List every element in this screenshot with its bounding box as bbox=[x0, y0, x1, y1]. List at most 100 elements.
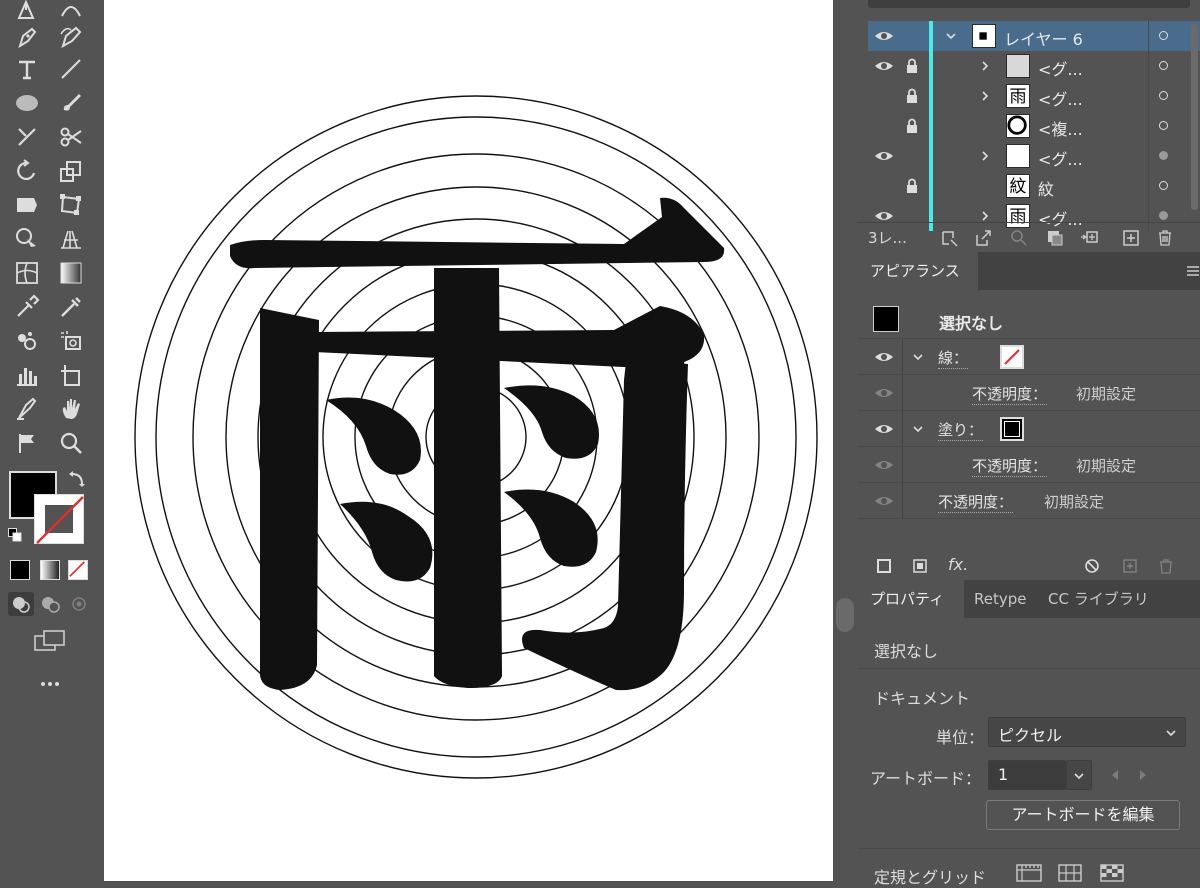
tab-appearance[interactable]: アピアランス bbox=[858, 252, 978, 290]
appearance-fill-row[interactable]: 塗り： bbox=[858, 410, 1200, 447]
locate-object-icon[interactable] bbox=[940, 229, 958, 247]
layer-name[interactable]: 紋 bbox=[1038, 176, 1054, 200]
edit-artboards-button[interactable]: アートボードを編集 bbox=[986, 800, 1180, 830]
layer-sublayer-row[interactable]: 紋紋 bbox=[868, 171, 1200, 201]
rotate-tool[interactable] bbox=[10, 154, 44, 188]
trash-icon[interactable] bbox=[1156, 229, 1174, 247]
lock-icon[interactable] bbox=[904, 178, 920, 194]
layer-target-circle[interactable] bbox=[1159, 151, 1168, 160]
panel-menu-icon[interactable] bbox=[1186, 264, 1200, 278]
lock-icon[interactable] bbox=[904, 58, 920, 74]
unit-dropdown[interactable]: ピクセル bbox=[988, 717, 1186, 747]
zoom-tool[interactable] bbox=[54, 426, 88, 460]
color-mode-button[interactable] bbox=[10, 560, 30, 580]
tab-retype[interactable]: Retype bbox=[962, 580, 1039, 618]
layer-target-circle[interactable] bbox=[1159, 181, 1168, 190]
stroke-opacity-label[interactable]: 不透明度： bbox=[972, 383, 1048, 405]
ellipse-tool[interactable] bbox=[10, 86, 44, 120]
fill-color-swatch[interactable] bbox=[1000, 417, 1024, 441]
column-graph-tool[interactable] bbox=[10, 358, 44, 392]
layer-target-circle[interactable] bbox=[1159, 61, 1168, 70]
scale-tool[interactable] bbox=[54, 154, 88, 188]
ruler-icon[interactable] bbox=[1016, 864, 1042, 882]
scissors-tool[interactable] bbox=[54, 120, 88, 154]
visibility-eye-icon[interactable] bbox=[874, 28, 894, 44]
type-tool[interactable] bbox=[10, 52, 44, 86]
layer-row-top[interactable]: レイヤー 6 bbox=[868, 21, 1200, 51]
layers-scrollbar[interactable] bbox=[1191, 24, 1198, 210]
chevron-down-icon[interactable] bbox=[944, 29, 958, 43]
layer-target-circle[interactable] bbox=[1159, 31, 1168, 40]
layer-sublayer-row[interactable]: 雨 <グ... bbox=[868, 81, 1200, 111]
curvature-tool[interactable] bbox=[54, 20, 88, 54]
visibility-eye-icon[interactable] bbox=[874, 88, 894, 104]
draw-inside-button[interactable] bbox=[66, 592, 92, 616]
paintbrush-tool[interactable] bbox=[54, 86, 88, 120]
lock-icon[interactable] bbox=[904, 118, 920, 134]
appearance-stroke-opacity-row[interactable]: 不透明度： 初期設定 bbox=[858, 374, 1200, 411]
layer-name[interactable]: レイヤー 6 bbox=[1004, 26, 1083, 50]
visibility-eye-icon[interactable] bbox=[874, 349, 894, 365]
appearance-fill-opacity-row[interactable]: 不透明度： 初期設定 bbox=[858, 446, 1200, 483]
new-layer-icon[interactable] bbox=[1122, 229, 1140, 247]
duplicate-item-icon[interactable] bbox=[1122, 558, 1138, 574]
tab-properties[interactable]: プロパティ bbox=[858, 580, 964, 618]
measure-tool[interactable] bbox=[54, 290, 88, 324]
add-effect-button[interactable]: fx. bbox=[948, 555, 968, 574]
appearance-stroke-row[interactable]: 線： bbox=[858, 338, 1200, 375]
artboard-dropdown-button[interactable] bbox=[1066, 760, 1092, 790]
appearance-selection-swatch[interactable] bbox=[873, 306, 899, 332]
hand-tool[interactable] bbox=[54, 392, 88, 426]
layer-sublayer-row[interactable]: <複... bbox=[868, 111, 1200, 141]
line-tool[interactable] bbox=[54, 52, 88, 86]
none-mode-button[interactable] bbox=[68, 560, 88, 580]
lock-icon[interactable] bbox=[904, 88, 920, 104]
transparency-grid-icon[interactable] bbox=[1100, 864, 1124, 882]
mesh-tool[interactable] bbox=[10, 256, 44, 290]
artboard-number-field[interactable]: 1 bbox=[988, 760, 1066, 790]
free-transform-tool[interactable] bbox=[54, 188, 88, 222]
default-colors-icon[interactable] bbox=[8, 528, 22, 542]
symbol-tool[interactable] bbox=[54, 324, 88, 358]
chevron-right-icon[interactable] bbox=[978, 209, 992, 223]
width-tool[interactable] bbox=[10, 188, 44, 222]
shape-builder-tool[interactable] bbox=[10, 222, 44, 256]
draw-normal-button[interactable] bbox=[8, 592, 34, 616]
swap-fill-stroke-icon[interactable] bbox=[68, 470, 86, 488]
artboard-tool[interactable] bbox=[54, 358, 88, 392]
visibility-eye-icon[interactable] bbox=[874, 457, 894, 473]
slice-tool[interactable] bbox=[10, 392, 44, 426]
visibility-eye-icon[interactable] bbox=[874, 493, 894, 509]
lock-icon[interactable] bbox=[904, 28, 920, 44]
new-sublayer-icon[interactable] bbox=[1080, 229, 1098, 247]
pen-tool[interactable] bbox=[10, 20, 44, 54]
chevron-down-icon[interactable] bbox=[912, 351, 924, 363]
search-icon[interactable] bbox=[1010, 229, 1028, 247]
add-new-stroke-icon[interactable] bbox=[876, 558, 892, 574]
visibility-eye-icon[interactable] bbox=[874, 385, 894, 401]
screen-mode-icon[interactable] bbox=[32, 628, 68, 652]
layer-name[interactable]: <複... bbox=[1038, 116, 1083, 140]
tab-cc-libraries[interactable]: CC ライブラリ bbox=[1036, 580, 1161, 618]
artwork[interactable] bbox=[104, 0, 833, 881]
stroke-swatch[interactable] bbox=[34, 494, 84, 544]
stroke-color-swatch[interactable] bbox=[1000, 345, 1024, 369]
more-tools-icon[interactable] bbox=[38, 676, 64, 688]
layer-name[interactable]: <グ... bbox=[1038, 56, 1083, 80]
gradient-mode-button[interactable] bbox=[40, 560, 60, 580]
perspective-grid-tool[interactable] bbox=[54, 222, 88, 256]
delete-item-icon[interactable] bbox=[1158, 558, 1174, 574]
eyedropper-tool[interactable] bbox=[10, 290, 44, 324]
visibility-eye-icon[interactable] bbox=[874, 148, 894, 164]
fill-opacity-label[interactable]: 不透明度： bbox=[972, 455, 1048, 477]
draw-behind-button[interactable] bbox=[38, 592, 64, 616]
layer-target-circle[interactable] bbox=[1159, 91, 1168, 100]
next-artboard-icon[interactable] bbox=[1138, 769, 1148, 781]
layer-sublayer-row[interactable]: <グ... bbox=[868, 51, 1200, 81]
add-new-fill-icon[interactable] bbox=[912, 558, 928, 574]
visibility-eye-icon[interactable] bbox=[874, 421, 894, 437]
grid-icon[interactable] bbox=[1058, 864, 1082, 882]
visibility-eye-icon[interactable] bbox=[874, 58, 894, 74]
layer-target-circle[interactable] bbox=[1159, 121, 1168, 130]
visibility-eye-icon[interactable] bbox=[874, 118, 894, 134]
